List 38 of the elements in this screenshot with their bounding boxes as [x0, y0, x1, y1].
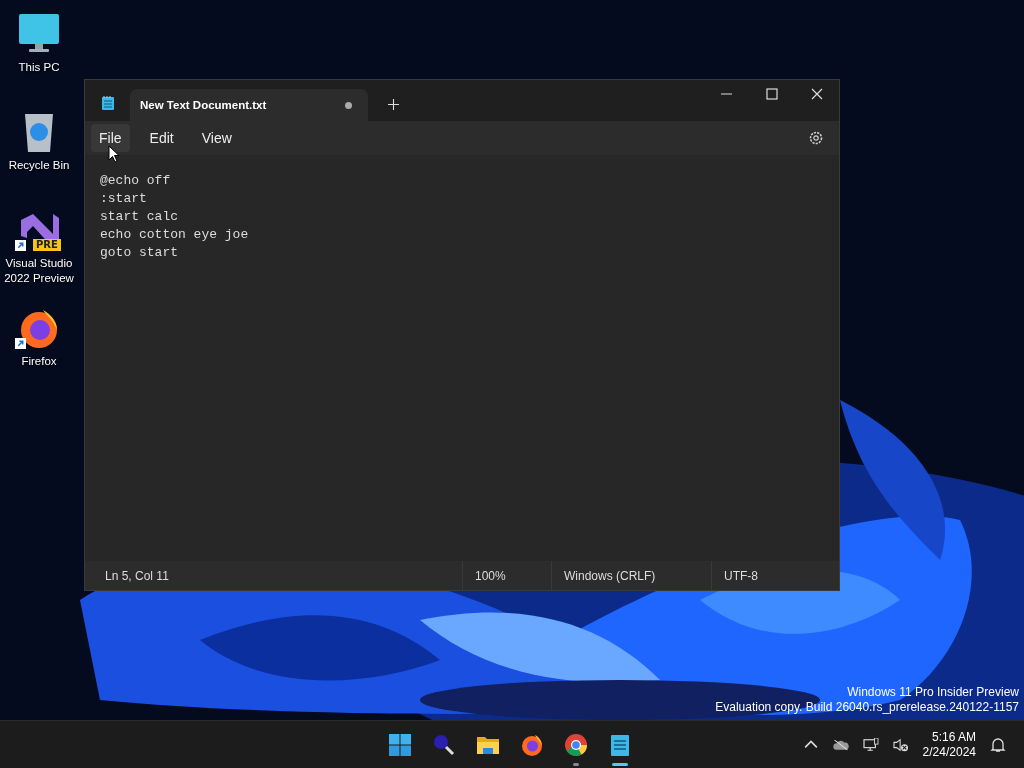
- menu-item[interactable]: Edit: [141, 124, 182, 152]
- cursor-position: Ln 5, Col 11: [104, 567, 170, 585]
- new-tab-icon[interactable]: [388, 99, 399, 110]
- cloud-offline-icon[interactable]: [832, 737, 849, 752]
- edition-notice: Windows 11 Pro Insider Preview: [847, 685, 1019, 700]
- search-icon[interactable]: [432, 733, 456, 757]
- encoding[interactable]: UTF-8: [711, 561, 831, 590]
- firefox-icon[interactable]: [520, 733, 544, 757]
- code-line: :start: [100, 190, 148, 208]
- notepad-icon[interactable]: [608, 733, 632, 757]
- maximize-icon[interactable]: [766, 88, 778, 100]
- network-icon[interactable]: [862, 737, 879, 752]
- code-line: echo cotton eye joe: [100, 226, 250, 244]
- menu-item[interactable]: File: [91, 124, 130, 152]
- line-ending[interactable]: Windows (CRLF): [551, 561, 711, 590]
- close-icon[interactable]: [811, 88, 823, 100]
- menu-item[interactable]: View: [193, 124, 240, 152]
- notification-bell-icon[interactable]: [990, 736, 1006, 753]
- desktop-icon-label[interactable]: Visual Studio 2022 Preview: [0, 256, 78, 286]
- code-line: @echo off: [100, 172, 172, 190]
- desktop-icon-label[interactable]: Recycle Bin: [8, 158, 70, 173]
- desktop-icon-label[interactable]: Firefox: [21, 354, 57, 369]
- notepad-icon: [102, 96, 114, 110]
- code-line: start calc: [100, 208, 179, 226]
- clock-time[interactable]: 5:16 AM: [931, 729, 976, 745]
- desktop-icon-label[interactable]: This PC: [18, 60, 60, 75]
- settings-icon[interactable]: [808, 130, 824, 146]
- code-line: goto start: [100, 244, 179, 262]
- edition-notice: Evaluation copy. Build 26040.rs_prerelease.240122-1157: [715, 700, 1019, 715]
- preview-badge: PRE: [33, 239, 61, 251]
- clock-date[interactable]: 2/24/2024: [922, 744, 976, 760]
- mouse-pointer-icon: [108, 145, 120, 163]
- document-tab[interactable]: New Text Document.txt: [130, 89, 368, 121]
- start-icon[interactable]: [388, 733, 412, 757]
- tab-title: New Text Document.txt: [140, 99, 267, 111]
- speaker-muted-icon[interactable]: [892, 737, 909, 752]
- zoom-level[interactable]: 100%: [462, 561, 551, 590]
- chrome-icon[interactable]: [564, 733, 588, 757]
